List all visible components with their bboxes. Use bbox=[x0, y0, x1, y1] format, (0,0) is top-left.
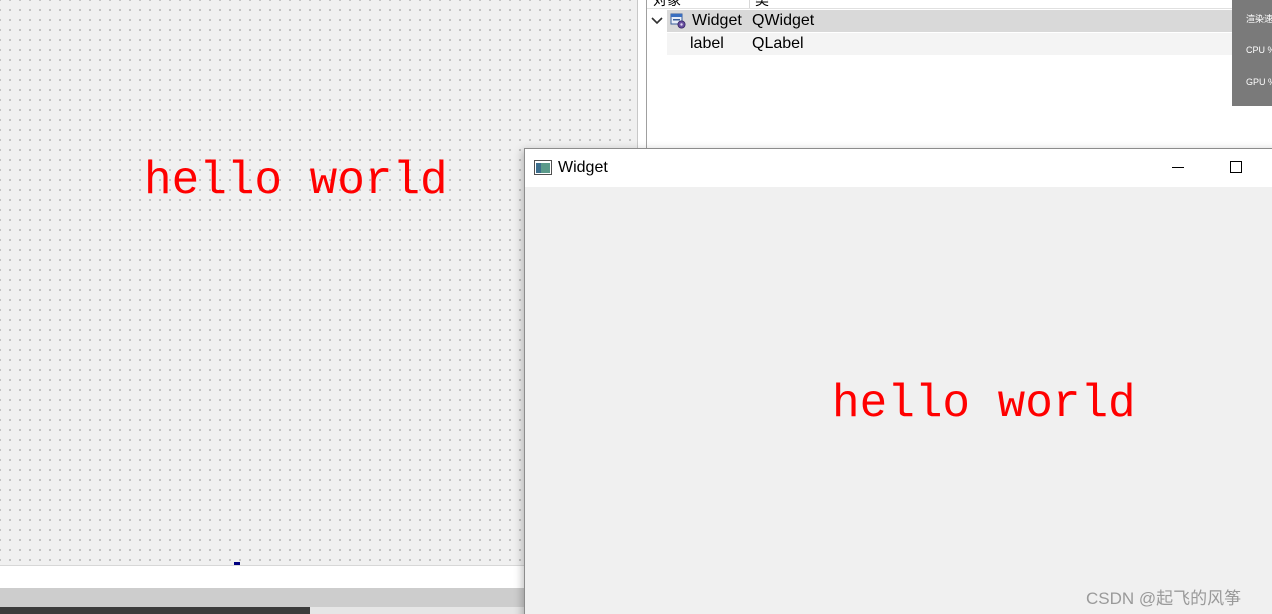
object-class: QLabel bbox=[752, 35, 804, 52]
horizontal-scrollbar[interactable] bbox=[0, 588, 524, 607]
canvas-divider bbox=[637, 0, 638, 150]
window-icon bbox=[534, 160, 552, 175]
chevron-down-icon[interactable] bbox=[650, 14, 664, 28]
designer-hello-label[interactable]: hello world bbox=[144, 158, 448, 204]
inspector-row-widget[interactable]: Widget QWidget bbox=[667, 10, 1233, 32]
header-class[interactable]: 类 bbox=[755, 0, 769, 10]
desktop: hello world 对象 类 Widget QWidget label QL… bbox=[0, 0, 1272, 614]
qwidget-icon bbox=[670, 13, 686, 29]
maximize-button[interactable] bbox=[1208, 149, 1264, 187]
object-name: label bbox=[690, 35, 724, 52]
window-title: Widget bbox=[558, 159, 608, 176]
gpu-label: GPU % bbox=[1246, 77, 1272, 87]
render-speed-label: 渲染速 bbox=[1246, 14, 1272, 24]
window-titlebar[interactable]: Widget bbox=[525, 149, 1272, 187]
minimize-button[interactable] bbox=[1150, 149, 1206, 187]
watermark: CSDN @起飞的风筝 bbox=[1086, 589, 1242, 608]
object-inspector: 对象 类 Widget QWidget label QLabel bbox=[646, 0, 1233, 150]
app-hello-label: hello world bbox=[832, 378, 1136, 430]
object-class: QWidget bbox=[752, 12, 815, 29]
inspector-header: 对象 类 bbox=[647, 0, 1233, 9]
column-divider[interactable] bbox=[749, 0, 750, 8]
header-object[interactable]: 对象 bbox=[653, 0, 681, 10]
inspector-row-label[interactable]: label QLabel bbox=[667, 33, 1233, 55]
status-strip bbox=[0, 607, 310, 614]
designer-bottom-area bbox=[0, 565, 524, 589]
status-strip-light bbox=[310, 607, 524, 614]
widget-app-window: Widget hello world bbox=[524, 148, 1272, 614]
performance-overlay: 渲染速 CPU % GPU % bbox=[1232, 0, 1272, 106]
cpu-label: CPU % bbox=[1246, 45, 1272, 55]
object-name: Widget bbox=[692, 12, 742, 29]
